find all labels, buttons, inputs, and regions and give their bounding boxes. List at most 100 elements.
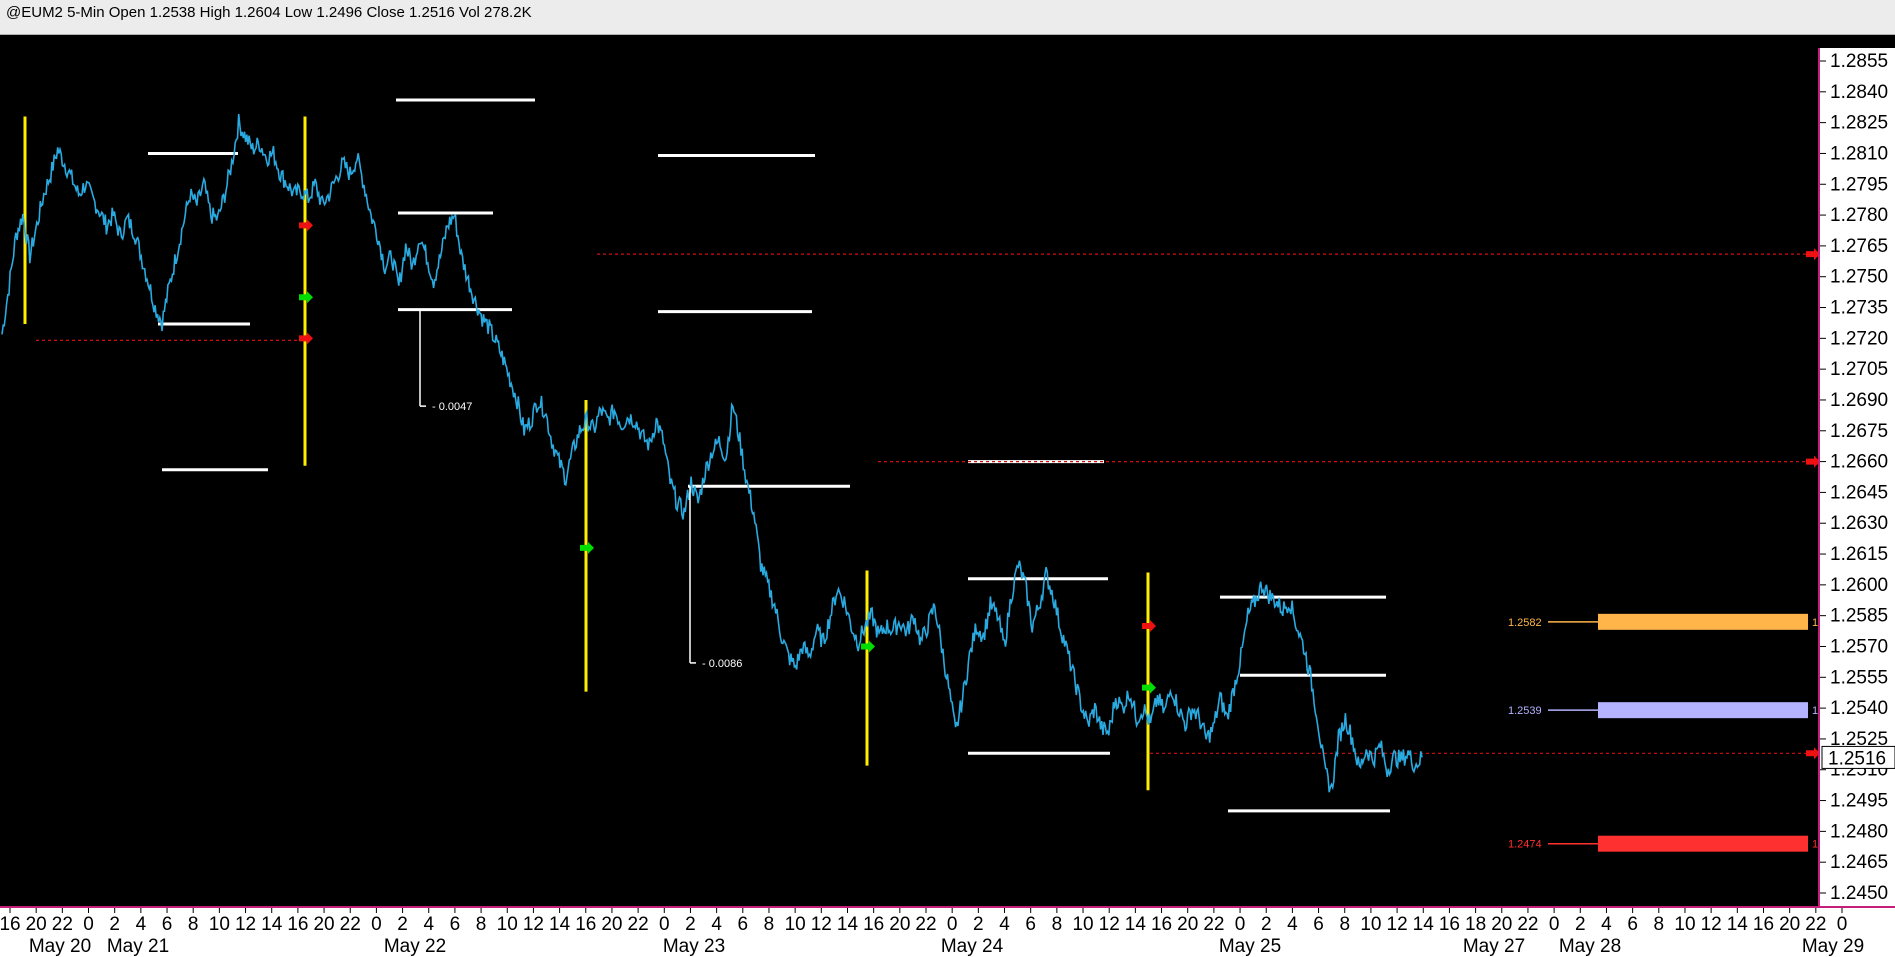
x-date-label: May 23 <box>663 936 725 957</box>
y-tick-label: 1.2855 <box>1830 51 1888 72</box>
x-hour-label: 16 <box>1753 914 1774 935</box>
x-date-label: May 27 <box>1463 936 1525 957</box>
x-hour-label: 6 <box>450 914 461 935</box>
x-hour-label: 8 <box>764 914 775 935</box>
x-hour-label: 20 <box>1491 914 1512 935</box>
x-hour-label: 14 <box>1413 914 1435 935</box>
x-hour-label: 22 <box>1203 914 1224 935</box>
x-hour-label: 22 <box>1517 914 1538 935</box>
x-hour-label: 4 <box>711 914 722 935</box>
x-hour-label: 14 <box>549 914 571 935</box>
x-hour-label: 8 <box>188 914 199 935</box>
x-date-label: May 25 <box>1219 936 1281 957</box>
y-tick-label: 1.2690 <box>1830 390 1888 411</box>
x-hour-label: 2 <box>685 914 696 935</box>
zone-left-label: 1.2582 <box>1508 617 1542 629</box>
x-hour-label: 20 <box>889 914 910 935</box>
x-hour-label: 10 <box>497 914 518 935</box>
x-hour-label: 0 <box>1549 914 1560 935</box>
x-hour-label: 4 <box>999 914 1010 935</box>
x-hour-label: 22 <box>628 914 649 935</box>
measure-label: - 0.0086 <box>702 658 742 670</box>
x-hour-label: 22 <box>915 914 936 935</box>
y-tick-label: 1.2465 <box>1830 852 1888 873</box>
zone-left-label: 1.2474 <box>1508 839 1542 851</box>
y-tick-label: 1.2810 <box>1830 143 1888 164</box>
y-tick-label: 1.2615 <box>1830 544 1888 565</box>
price-plot-area[interactable]: - 0.0047- 0.0086 1.25821.25821.25391.253… <box>0 48 1818 906</box>
x-hour-label: 10 <box>209 914 230 935</box>
x-hour-label: 2 <box>1261 914 1272 935</box>
y-tick-label: 1.2450 <box>1830 883 1888 904</box>
last-price-label: 1.2516 <box>1828 748 1886 769</box>
x-hour-label: 6 <box>1313 914 1324 935</box>
x-date-label: May 21 <box>107 936 169 957</box>
x-hour-label: 0 <box>1837 914 1848 935</box>
y-tick-label: 1.2600 <box>1830 575 1888 596</box>
x-date-label: May 22 <box>384 936 446 957</box>
measure-label: - 0.0047 <box>432 401 472 413</box>
zone-bar <box>1598 613 1808 630</box>
y-tick-label: 1.2660 <box>1830 452 1888 473</box>
x-hour-label: 16 <box>287 914 308 935</box>
y-tick-label: 1.2495 <box>1830 791 1888 812</box>
x-hour-label: 4 <box>1601 914 1612 935</box>
signal-arrow <box>1806 747 1818 760</box>
x-hour-label: 16 <box>1151 914 1172 935</box>
x-hour-label: 4 <box>1287 914 1298 935</box>
x-hour-label: 14 <box>1125 914 1147 935</box>
chart-header: @EUM2 5-Min Open 1.2538 High 1.2604 Low … <box>0 0 1895 35</box>
x-date-label: May 20 <box>29 936 91 957</box>
x-hour-label: 22 <box>52 914 73 935</box>
x-hour-label: 12 <box>235 914 256 935</box>
x-hour-label: 20 <box>26 914 47 935</box>
x-hour-label: 20 <box>313 914 334 935</box>
price-axis[interactable]: 1.2855 1.2840 1.2825 1.2810 1.2795 1.2780 1.27… <box>1818 48 1895 906</box>
x-hour-label: 20 <box>601 914 622 935</box>
y-tick-label: 1.2570 <box>1830 636 1888 657</box>
x-hour-label: 16 <box>863 914 884 935</box>
signal-arrow <box>1806 248 1818 261</box>
x-hour-label: 22 <box>1805 914 1826 935</box>
x-hour-label: 0 <box>371 914 382 935</box>
zone-bar <box>1598 835 1808 852</box>
y-tick-label: 1.2480 <box>1830 821 1888 842</box>
y-tick-label: 1.2705 <box>1830 359 1888 380</box>
zone-left-label: 1.2539 <box>1508 705 1542 717</box>
zone-bar <box>1598 702 1808 719</box>
x-hour-label: 2 <box>397 914 408 935</box>
symbol-title: @EUM2 5-Min Open 1.2538 High 1.2604 Low … <box>6 4 532 21</box>
y-tick-label: 1.2750 <box>1830 267 1888 288</box>
y-tick-label: 1.2555 <box>1830 667 1888 688</box>
price-chart: - 0.0047- 0.0086 1.25821.25821.25391.253… <box>1 98 1818 852</box>
x-hour-label: 10 <box>1360 914 1381 935</box>
x-hour-label: 18 <box>1465 914 1486 935</box>
x-hour-label: 10 <box>1674 914 1695 935</box>
x-hour-label: 8 <box>1654 914 1665 935</box>
x-hour-label: 0 <box>1235 914 1246 935</box>
x-hour-label: 14 <box>261 914 283 935</box>
x-hour-label: 12 <box>1387 914 1408 935</box>
y-tick-label: 1.2645 <box>1830 482 1888 503</box>
x-hour-label: 6 <box>162 914 173 935</box>
x-hour-label: 16 <box>575 914 596 935</box>
price-line <box>1 114 1423 793</box>
x-date-label: May 24 <box>941 936 1004 957</box>
x-hour-label: 2 <box>973 914 984 935</box>
x-date-label: May 29 <box>1802 936 1864 957</box>
x-hour-label: 12 <box>811 914 832 935</box>
x-hour-label: 8 <box>1052 914 1063 935</box>
y-tick-label: 1.2795 <box>1830 174 1888 195</box>
x-date-label: May 28 <box>1559 936 1621 957</box>
time-axis[interactable]: 16 20 22 0 2 4 6 8 10 12 14 16 20 22 0 2 4 6 8 10 12 14 16 20 22… <box>0 906 1895 957</box>
x-hour-label: 0 <box>83 914 94 935</box>
x-hour-label: 20 <box>1177 914 1198 935</box>
signal-arrow <box>1806 455 1818 468</box>
x-hour-label: 16 <box>0 914 21 935</box>
x-hour-label: 6 <box>1627 914 1638 935</box>
x-hour-label: 2 <box>1575 914 1586 935</box>
y-tick-label: 1.2540 <box>1830 698 1888 719</box>
y-tick-label: 1.2840 <box>1830 82 1888 103</box>
y-tick-label: 1.2735 <box>1830 298 1888 319</box>
x-hour-label: 12 <box>523 914 544 935</box>
